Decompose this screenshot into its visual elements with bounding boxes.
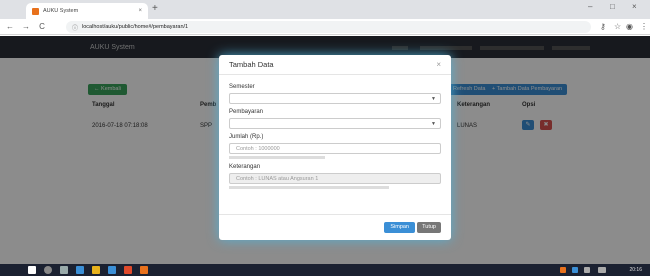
notifications-icon[interactable] bbox=[598, 267, 606, 273]
profile-icon[interactable]: ◉ bbox=[626, 22, 633, 31]
tambah-data-modal: Tambah Data × Semester ▼ Pembayaran ▼ Ju… bbox=[219, 55, 451, 240]
window-minimize-button[interactable]: – bbox=[588, 2, 592, 11]
modal-title: Tambah Data bbox=[229, 60, 274, 69]
window-close-button[interactable]: × bbox=[632, 2, 637, 11]
browser-tabstrip: AUKU System × + – □ × bbox=[0, 0, 650, 19]
keterangan-help-text bbox=[229, 186, 389, 189]
forward-button[interactable]: → bbox=[20, 22, 32, 31]
window-maximize-button[interactable]: □ bbox=[610, 2, 615, 11]
favicon-icon bbox=[32, 7, 39, 15]
close-icon[interactable]: × bbox=[436, 60, 441, 69]
jumlah-help-text bbox=[229, 156, 325, 159]
system-clock[interactable]: 20:16 bbox=[629, 267, 642, 273]
pembayaran-select[interactable]: ▼ bbox=[229, 118, 441, 129]
file-explorer-icon[interactable] bbox=[92, 266, 100, 274]
windows-start-icon[interactable] bbox=[28, 266, 36, 274]
edge-icon[interactable] bbox=[76, 266, 84, 274]
modal-header: Tambah Data × bbox=[219, 55, 451, 75]
menu-icon[interactable]: ⋮ bbox=[640, 22, 648, 31]
tutup-button[interactable]: Tutup bbox=[417, 222, 441, 233]
address-bar[interactable]: ⓘ localhost/auku/public/home#/pembayaran… bbox=[66, 21, 591, 33]
tray-icon[interactable] bbox=[560, 267, 566, 273]
star-icon[interactable]: ☆ bbox=[614, 22, 621, 31]
task-view-icon[interactable] bbox=[60, 266, 68, 274]
url-text: localhost/auku/public/home#/pembayaran/1 bbox=[82, 24, 189, 30]
pembayaran-label: Pembayaran bbox=[229, 109, 264, 115]
chrome-icon[interactable] bbox=[140, 266, 148, 274]
keterangan-input[interactable]: Contoh : LUNAS atau Angsuran 1 bbox=[229, 173, 441, 184]
tab-title: AUKU System bbox=[43, 8, 79, 14]
search-icon[interactable] bbox=[44, 266, 52, 274]
app-icon[interactable] bbox=[124, 266, 132, 274]
browser-toolbar: ← → C ⓘ localhost/auku/public/home#/pemb… bbox=[0, 19, 650, 35]
chevron-down-icon: ▼ bbox=[431, 121, 436, 127]
simpan-button[interactable]: Simpan bbox=[384, 222, 415, 233]
info-icon[interactable]: ⓘ bbox=[72, 23, 78, 32]
semester-select[interactable]: ▼ bbox=[229, 93, 441, 104]
jumlah-input[interactable]: Contoh : 1000000 bbox=[229, 143, 441, 154]
store-icon[interactable] bbox=[108, 266, 116, 274]
os-taskbar: 20:16 bbox=[0, 264, 650, 276]
modal-footer: Simpan Tutup bbox=[219, 214, 451, 240]
reload-button[interactable]: C bbox=[36, 22, 48, 31]
jumlah-label: Jumlah (Rp.) bbox=[229, 134, 264, 140]
modal-body: Semester ▼ Pembayaran ▼ Jumlah (Rp.) Con… bbox=[219, 75, 451, 189]
keterangan-label: Keterangan bbox=[229, 164, 261, 170]
key-icon[interactable]: ⚷ bbox=[600, 22, 606, 31]
volume-icon[interactable] bbox=[584, 267, 590, 273]
back-button[interactable]: ← bbox=[4, 22, 16, 31]
chevron-down-icon: ▼ bbox=[431, 96, 436, 102]
semester-label: Semester bbox=[229, 84, 255, 90]
tab-close-icon[interactable]: × bbox=[138, 8, 142, 14]
network-icon[interactable] bbox=[572, 267, 578, 273]
new-tab-button[interactable]: + bbox=[152, 3, 158, 14]
browser-tab[interactable]: AUKU System × bbox=[26, 3, 148, 19]
